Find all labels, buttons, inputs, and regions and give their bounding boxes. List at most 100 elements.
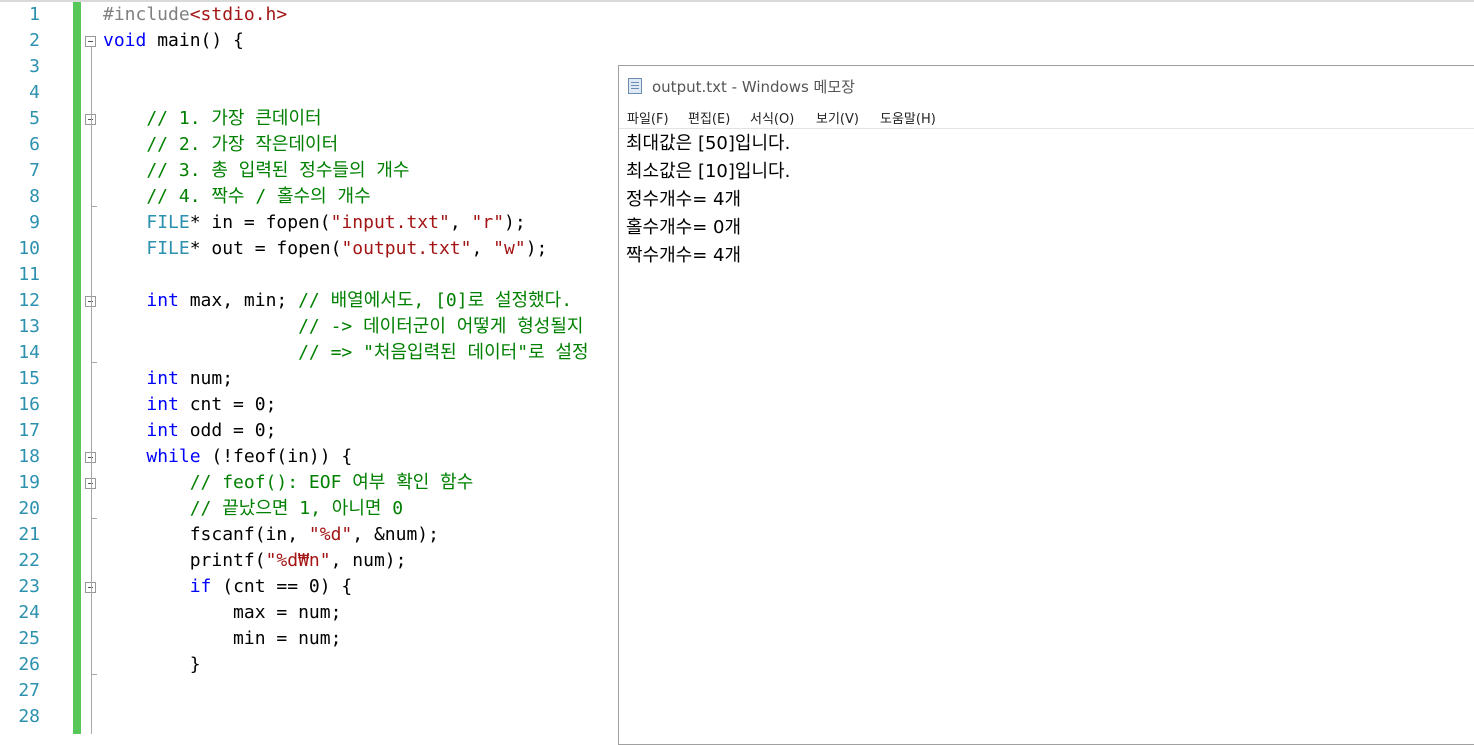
line-number: 13 [18,316,40,337]
code-token: FILE [146,212,190,233]
line-number: 10 [18,238,40,259]
line-number: 5 [29,108,40,129]
code-token: fscanf(in, [103,524,309,545]
code-line: // 1. 가장 큰데이터 [103,106,322,132]
line-number: 18 [18,446,40,467]
code-token: // 4. 짝수 / 홀수의 개수 [103,186,371,207]
line-number: 12 [18,290,40,311]
code-token: void [103,30,147,51]
code-token: int [146,368,179,389]
code-token: // 1. 가장 큰데이터 [103,108,322,129]
code-token: printf( [103,550,266,571]
output-text-line: 최소값은 [10]입니다. [626,161,791,182]
code-line: void main() { [103,28,244,54]
code-line: max = num; [103,600,341,626]
code-token: if [189,576,212,597]
code-token: ); [504,212,526,233]
code-token: * out = fopen( [189,238,342,259]
line-number-gutter: 1 2 3 4 5 6 7 8 9 10 11 12 13 14 15 16 17 18 19 20 21 22 23 24 2… [0,2,62,734]
code-line: // -> 데이터군이 어떻게 형성될지 [103,314,583,340]
output-text-line: 정수개수= 4개 [626,189,742,210]
code-token: int [146,290,179,311]
code-line: while (!feof(in)) { [103,444,352,470]
code-line: // feof(): EOF 여부 확인 함수 [103,470,474,496]
code-line: FILE* in = fopen("input.txt", "r"); [103,210,526,236]
code-line: #include<stdio.h> [103,2,287,28]
code-line: int odd = 0; [103,418,276,444]
code-line: int max, min; // 배열에서도, [0]로 설정했다. [103,288,572,314]
line-number: 27 [18,680,40,701]
line-number: 6 [29,134,40,155]
line-number: 11 [18,264,40,285]
code-token: #include [103,4,190,25]
notepad-menu-item[interactable]: 도움말(H) [880,108,936,127]
line-number: 20 [18,498,40,519]
line-number: 26 [18,654,40,675]
code-token: max, min; [178,290,299,311]
code-token: // => "처음입력된 데이터"로 설정 [103,342,589,363]
outline-end-tick [91,674,97,675]
notepad-menu-item[interactable]: 파일(F) [627,108,669,127]
notepad-text-area[interactable]: 최대값은 [50]입니다. 최소값은 [10]입니다. 정수개수= 4개홀수개수= … [626,130,790,270]
line-number: 17 [18,420,40,441]
code-token: cnt = 0; [178,394,277,415]
line-number: 21 [18,524,40,545]
notepad-window[interactable]: output.txt - Windows 메모장 파일(F) 편집(E) 서식(O)… [618,65,1474,745]
code-token: main() { [146,30,244,51]
line-number: 7 [29,160,40,181]
collapse-toggle-icon[interactable] [85,36,96,47]
code-line: // 2. 가장 작은데이터 [103,132,338,158]
code-line: min = num; [103,626,341,652]
code-token: (cnt == 0) { [211,576,353,597]
line-number: 25 [18,628,40,649]
outline-end-tick [91,362,97,363]
notepad-menu-item[interactable]: 서식(O) [750,108,794,127]
line-number: 8 [29,186,40,207]
code-token: (!feof(in)) { [200,446,353,467]
code-token: // 3. 총 입력된 정수들의 개수 [103,160,410,181]
code-token: // -> 데이터군이 어떻게 형성될지 [103,316,584,337]
code-token: int [146,420,179,441]
code-token: "%d" [308,524,353,545]
notepad-menu-item[interactable]: 보기(V) [816,108,859,127]
notepad-menu-bar: 파일(F) 편집(E) 서식(O) 보기(V) 도움말(H) [619,104,1474,128]
output-text-line: 최대값은 [50]입니다. [626,133,791,154]
code-token: "r" [471,212,505,233]
code-token: , [449,212,472,233]
notepad-title-bar[interactable]: output.txt - Windows 메모장 [619,66,1474,104]
code-line: FILE* out = fopen("output.txt", "w"); [103,236,547,262]
code-line: } [103,652,201,678]
code-token: // 배열에서도, [0]로 설정했다. [298,290,573,311]
output-text-line: 홀수개수= 0개 [626,217,742,238]
line-number: 23 [18,576,40,597]
code-token: * in = fopen( [189,212,331,233]
code-token: <stdio.h> [189,4,288,25]
code-token: int [146,394,179,415]
notepad-menu-item[interactable]: 편집(E) [688,108,730,127]
line-number: 4 [29,82,40,103]
line-number: 14 [18,342,40,363]
code-line: // 3. 총 입력된 정수들의 개수 [103,158,409,184]
code-token: while [146,446,201,467]
code-token: // 끝났으면 1, 아니면 0 [103,498,404,519]
code-line: // 4. 짝수 / 홀수의 개수 [103,184,371,210]
output-text-line: 짝수개수= 4개 [626,245,742,266]
line-number: 2 [29,30,40,51]
code-token: "input.txt" [330,212,450,233]
code-line: int cnt = 0; [103,392,276,418]
change-tracking-bar [73,2,81,734]
code-line: // 끝났으면 1, 아니면 0 [103,496,403,522]
notepad-app-icon [628,78,642,94]
code-token: } [103,654,201,675]
outline-end-tick [91,206,97,207]
code-token: // 2. 가장 작은데이터 [103,134,339,155]
code-line: if (cnt == 0) { [103,574,353,600]
